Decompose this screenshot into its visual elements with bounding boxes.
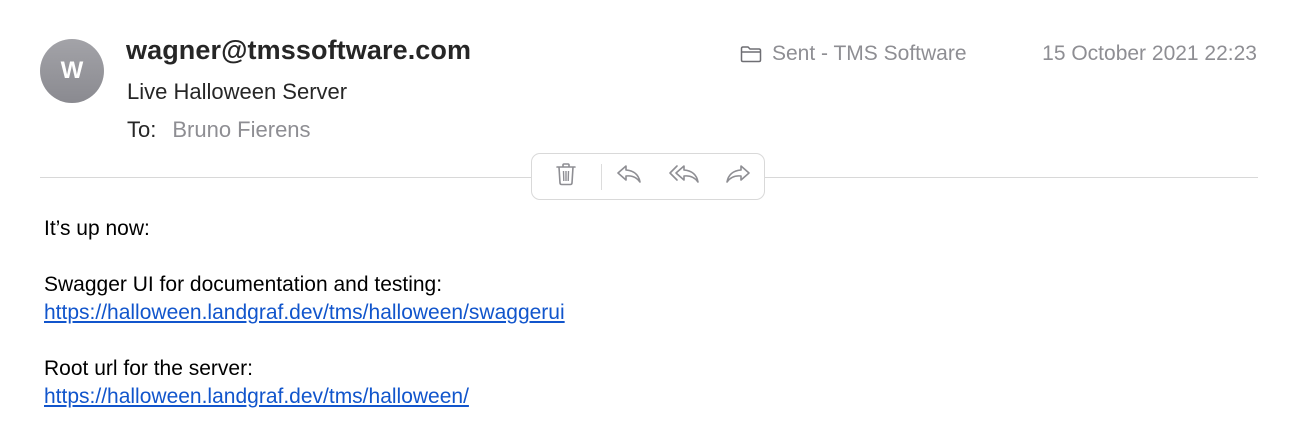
reply-icon <box>616 163 642 190</box>
folder-icon <box>740 45 762 63</box>
root-label: Root url for the server: <box>44 357 253 380</box>
body-line: It’s up now: <box>44 217 150 240</box>
reply-button[interactable] <box>602 154 657 199</box>
swagger-label: Swagger UI for documentation and testing… <box>44 273 443 296</box>
root-link[interactable]: https://halloween.landgraf.dev/tms/hallo… <box>44 385 469 408</box>
reply-all-button[interactable] <box>656 154 712 199</box>
recipient-name[interactable]: Bruno Fierens <box>172 117 310 143</box>
trash-icon <box>555 162 577 191</box>
message-date: 15 October 2021 22:23 <box>1042 42 1257 65</box>
message-body: It’s up now: Swagger UI for documentatio… <box>44 215 565 411</box>
forward-button[interactable] <box>712 154 764 199</box>
avatar: W <box>40 39 104 103</box>
delete-button[interactable] <box>532 154 601 199</box>
to-label: To: <box>127 117 157 142</box>
swagger-link[interactable]: https://halloween.landgraf.dev/tms/hallo… <box>44 301 565 324</box>
forward-icon <box>725 163 751 190</box>
subject-line: Live Halloween Server <box>127 79 348 104</box>
message-toolbar <box>531 153 765 200</box>
recipient-row: To: Bruno Fierens <box>127 117 311 143</box>
mailbox-location[interactable]: Sent - TMS Software <box>740 42 967 66</box>
sender-address[interactable]: wagner@tmssoftware.com <box>126 35 471 66</box>
mailbox-label: Sent - TMS Software <box>772 42 967 65</box>
reply-all-icon <box>668 163 700 190</box>
